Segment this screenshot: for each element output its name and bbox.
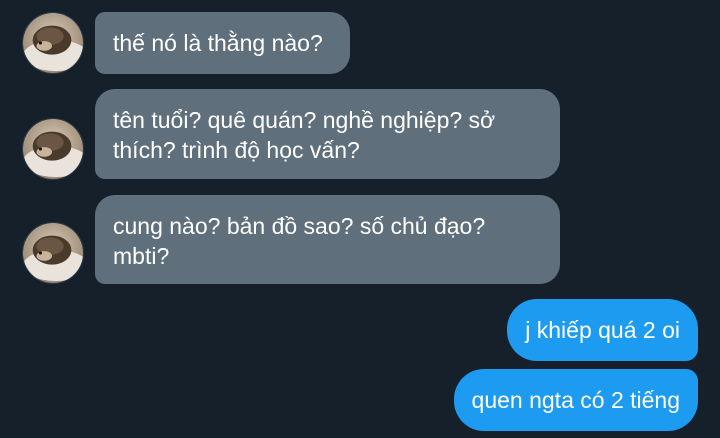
hedgehog-avatar-icon [23,119,83,179]
hedgehog-avatar-icon [23,13,83,73]
message-text-line: thích? trình độ học vấn? [113,137,360,163]
sender-avatar[interactable] [22,12,84,74]
message-text-line: tên tuổi? quê quán? nghề nghiệp? sở [113,107,496,133]
message-text-line: cung nào? bản đồ sao? số chủ đạo? [113,213,486,239]
message-text: quen ngta có 2 tiếng [471,387,680,413]
message-bubble-incoming[interactable]: tên tuổi? quê quán? nghề nghiệp? sở thíc… [95,89,560,179]
message-text: j khiếp quá 2 oi [525,317,680,343]
message-text: thế nó là thằng nào? [113,30,323,56]
message-bubble-outgoing[interactable]: j khiếp quá 2 oi [507,299,698,361]
message-text-line: mbti? [113,243,170,269]
sender-avatar[interactable] [22,118,84,180]
sender-avatar[interactable] [22,222,84,284]
message-bubble-incoming[interactable]: thế nó là thằng nào? [95,12,350,74]
hedgehog-avatar-icon [23,223,83,283]
message-bubble-outgoing[interactable]: quen ngta có 2 tiếng [453,369,698,431]
message-bubble-incoming[interactable]: cung nào? bản đồ sao? số chủ đạo? mbti? [95,195,560,284]
